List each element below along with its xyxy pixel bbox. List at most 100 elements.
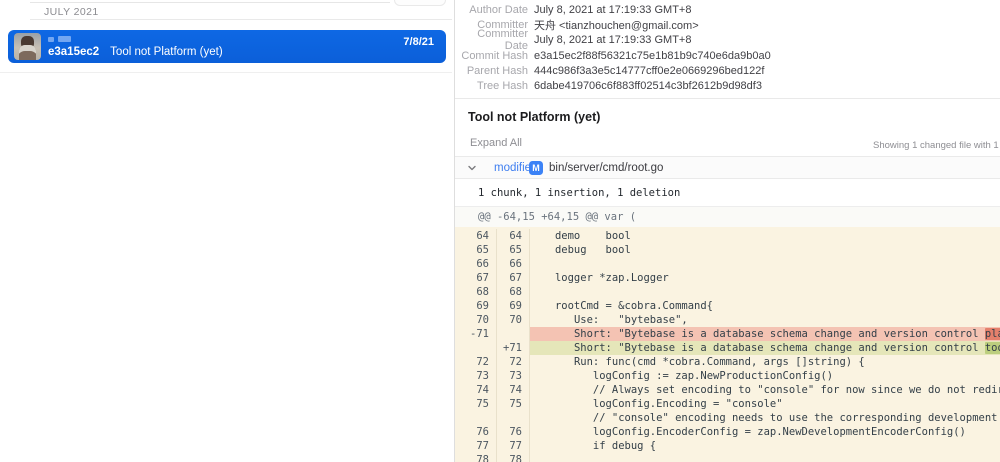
code-text: Run: func(cmd *cobra.Command, args []str…: [530, 355, 1000, 369]
commit-message-title: Tool not Platform (yet): [468, 110, 600, 124]
detail-row: Committer天舟 <tianzhouchen@gmail.com>: [455, 17, 1000, 32]
chunk-summary: 1 chunk, 1 insertion, 1 deletion: [478, 187, 680, 199]
old-line-number: [455, 411, 497, 425]
new-line-number: 78: [497, 453, 530, 462]
diff-code-area[interactable]: 6464 demo bool6565 debug bool66666767 lo…: [455, 227, 1000, 462]
truncated-toolbar-control: [394, 0, 446, 6]
old-line-number: 73: [455, 369, 497, 383]
code-text: // "console" encoding needs to use the c…: [530, 411, 1000, 425]
chevron-down-icon[interactable]: [467, 163, 477, 173]
old-line-number: 67: [455, 271, 497, 285]
avatar: [14, 33, 41, 60]
diff-line: 7777 if debug {: [455, 439, 1000, 453]
detail-label: Author Date: [455, 4, 528, 16]
detail-row: Committer DateJuly 8, 2021 at 17:19:33 G…: [455, 33, 1000, 48]
new-line-number: 75: [497, 397, 530, 411]
old-line-number: 74: [455, 383, 497, 397]
diff-line: 7373 logConfig := zap.NewProductionConfi…: [455, 369, 1000, 383]
code-text: [530, 453, 1000, 462]
code-text: if debug {: [530, 439, 1000, 453]
old-line-number: 68: [455, 285, 497, 299]
new-line-number: 69: [497, 299, 530, 313]
new-line-number: 66: [497, 257, 530, 271]
diff-line: 7272 Run: func(cmd *cobra.Command, args …: [455, 355, 1000, 369]
new-line-number: 74: [497, 383, 530, 397]
diff-line: 6868: [455, 285, 1000, 299]
detail-value: July 8, 2021 at 17:19:33 GMT+8: [534, 34, 691, 46]
changed-files-summary: Showing 1 changed file with 1 add: [873, 140, 1000, 151]
chunk-summary-row: 1 chunk, 1 insertion, 1 deletion: [455, 179, 1000, 207]
diff-line: 7575 logConfig.Encoding = "console": [455, 397, 1000, 411]
new-line-number: 68: [497, 285, 530, 299]
code-text: [530, 285, 1000, 299]
diff-line: 6565 debug bool: [455, 243, 1000, 257]
new-line-number: 73: [497, 369, 530, 383]
list-divider: [0, 72, 452, 73]
detail-value: e3a15ec2f88f56321c75e1b81b9c740e6da9b0a0: [534, 50, 771, 62]
code-text: Short: "Bytebase is a database schema ch…: [530, 341, 1000, 355]
diff-line: // "console" encoding needs to use the c…: [455, 411, 1000, 425]
section-divider: [30, 19, 452, 20]
diff-line: 6969 rootCmd = &cobra.Command{: [455, 299, 1000, 313]
diff-line: 7676 logConfig.EncoderConfig = zap.NewDe…: [455, 425, 1000, 439]
new-line-number: 77: [497, 439, 530, 453]
diff-line: 6767 logger *zap.Logger: [455, 271, 1000, 285]
commit-details: Author Date July 8, 2021 at 17:19:33 GMT+…: [455, 2, 1000, 94]
code-text: [530, 257, 1000, 271]
code-text: logger *zap.Logger: [530, 271, 1000, 285]
diff-line: 7878: [455, 453, 1000, 462]
commit-sha-short: e3a15ec2: [48, 46, 99, 58]
detail-row: Tree Hash 6dabe419706c6f883ff02514c3bf261…: [455, 78, 1000, 93]
detail-value: 6dabe419706c6f883ff02514c3bf2612b9d98df3: [534, 80, 762, 92]
detail-label: Tree Hash: [455, 80, 528, 92]
diff-line: 6666: [455, 257, 1000, 271]
old-line-number: -71: [455, 327, 497, 341]
modified-badge: M: [529, 161, 543, 175]
author-name-redacted: [58, 36, 71, 42]
author-name-redacted: [48, 37, 54, 42]
section-divider: [30, 2, 390, 3]
code-text: Short: "Bytebase is a database schema ch…: [530, 327, 1000, 341]
diff-line: 6464 demo bool: [455, 229, 1000, 243]
old-line-number: 75: [455, 397, 497, 411]
commit-message: Tool not Platform (yet): [110, 46, 222, 58]
new-line-number: 76: [497, 425, 530, 439]
code-text: // Always set encoding to "console" for …: [530, 383, 1000, 397]
expand-all-button[interactable]: Expand All: [470, 137, 522, 149]
hunk-header-row: @@ -64,15 +64,15 @@ var (: [455, 207, 1000, 227]
code-text: logConfig.Encoding = "console": [530, 397, 1000, 411]
diff-line: -71 Short: "Bytebase is a database schem…: [455, 327, 1000, 341]
commit-detail-panel: Author Date July 8, 2021 at 17:19:33 GMT+…: [455, 0, 1000, 462]
old-line-number: 66: [455, 257, 497, 271]
old-line-number: [455, 341, 497, 355]
new-line-number: [497, 327, 530, 341]
file-diff-header[interactable]: modified M bin/server/cmd/root.go: [455, 156, 1000, 179]
code-text: debug bool: [530, 243, 1000, 257]
old-line-number: 69: [455, 299, 497, 313]
code-text: logConfig.EncoderConfig = zap.NewDevelop…: [530, 425, 1000, 439]
commit-list-panel: JULY 2021 e3a15ec2 Tool not Platform (ye…: [0, 0, 454, 462]
new-line-number: [497, 411, 530, 425]
detail-value: 天舟 <tianzhouchen@gmail.com>: [534, 17, 699, 33]
diff-line: 7070 Use: "bytebase",: [455, 313, 1000, 327]
new-line-number: 64: [497, 229, 530, 243]
commit-group-header: JULY 2021: [44, 6, 99, 18]
diff-line: +71 Short: "Bytebase is a database schem…: [455, 341, 1000, 355]
changed-word-highlight: platform: [985, 328, 1000, 340]
changed-word-highlight: tool: [985, 342, 1000, 354]
new-line-number: 72: [497, 355, 530, 369]
commit-date: 7/8/21: [403, 36, 434, 48]
old-line-number: 76: [455, 425, 497, 439]
detail-row: Parent Hash444c986f3a3e5c14777cff0e2e066…: [455, 63, 1000, 78]
git-client-window: JULY 2021 e3a15ec2 Tool not Platform (ye…: [0, 0, 1000, 462]
new-line-number: 67: [497, 271, 530, 285]
code-text: logConfig := zap.NewProductionConfig(): [530, 369, 1000, 383]
detail-value: July 8, 2021 at 17:19:33 GMT+8: [534, 4, 691, 16]
commit-summary-line: e3a15ec2 Tool not Platform (yet): [48, 46, 223, 58]
file-path: bin/server/cmd/root.go: [549, 162, 663, 174]
code-text: demo bool: [530, 229, 1000, 243]
detail-label: Commit Hash: [455, 50, 528, 62]
commit-row-selected[interactable]: e3a15ec2 Tool not Platform (yet) 7/8/21: [8, 30, 446, 63]
old-line-number: 78: [455, 453, 497, 462]
new-line-number: 65: [497, 243, 530, 257]
